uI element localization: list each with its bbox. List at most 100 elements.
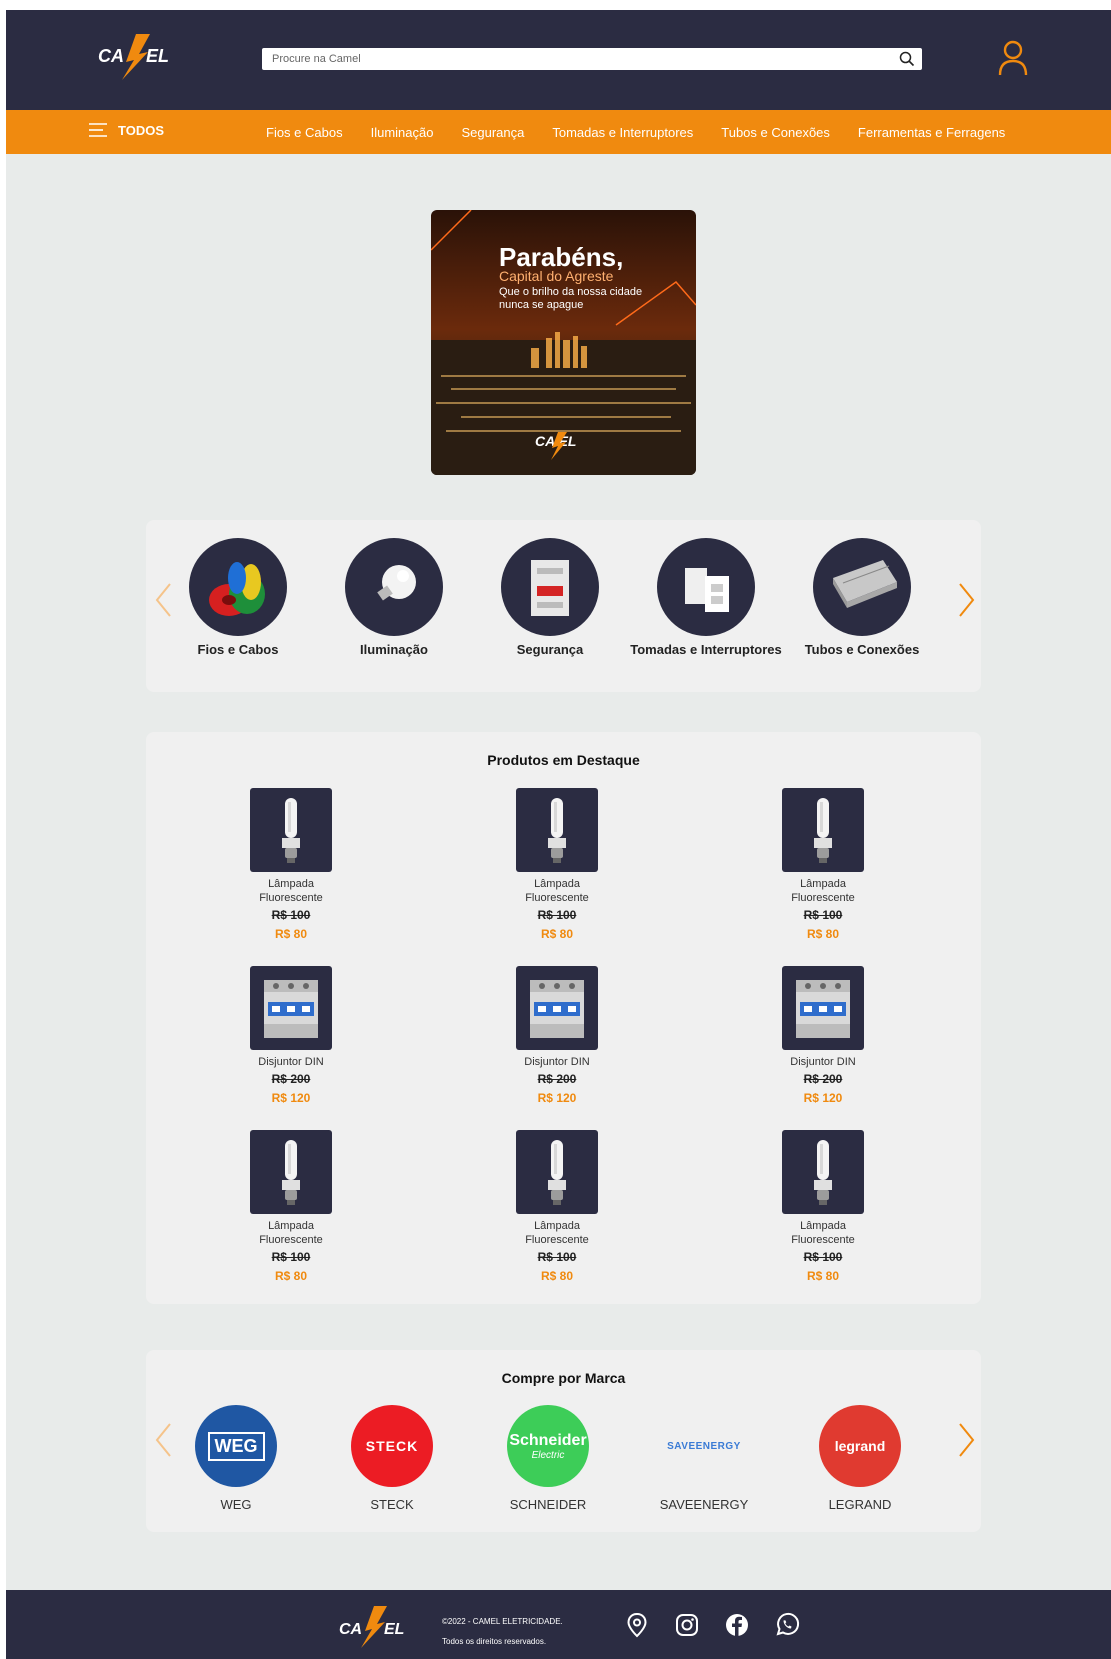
product-old-price: R$ 100 (537, 908, 577, 922)
brand-label: SCHNEIDER (509, 1497, 587, 1512)
top-header: CA EL (6, 10, 1111, 110)
product-name: Disjuntor DIN (790, 1056, 856, 1068)
product-card[interactable]: Lâmpada Fluorescente R$ 100 R$ 80 (758, 788, 888, 941)
brand-label: STECK (370, 1497, 414, 1512)
footer-copyright: ©2022 - CAMEL ELETRICIDADE. Todos os dir… (442, 1612, 563, 1652)
lamp-icon (250, 1130, 332, 1214)
hamburger-menu-icon (89, 123, 107, 137)
banner-text: Que o brilho da nossa cidade nunca se ap… (499, 286, 643, 311)
location-icon[interactable] (624, 1612, 650, 1638)
product-new-price: R$ 80 (274, 1269, 308, 1283)
saveenergy-logo: SAVEENERGY (663, 1405, 745, 1487)
carousel-next-icon[interactable] (958, 582, 976, 618)
rights-text: Todos os direitos reservados. (442, 1637, 547, 1646)
lamp-icon (250, 788, 332, 872)
nav-link-tubos[interactable]: Tubos e Conexões (721, 125, 830, 140)
legrand-logo: legrand (819, 1405, 901, 1487)
banner-subtitle: Capital do Agreste (499, 268, 614, 284)
category-fios-e-cabos[interactable]: Fios e Cabos (158, 538, 318, 658)
brand-schneider[interactable]: Schneider Electric SCHNEIDER (478, 1405, 618, 1512)
lamp-icon (516, 1130, 598, 1214)
product-name: Lâmpada Fluorescente (525, 1220, 589, 1246)
featured-title: Produtos em Destaque (487, 752, 640, 768)
product-new-price: R$ 80 (806, 1269, 840, 1283)
promo-banner[interactable]: CA EL Parabéns, Capital do Agreste Que o… (431, 210, 696, 475)
brand-legrand[interactable]: legrand LEGRAND (790, 1405, 930, 1512)
cables-icon (189, 538, 287, 636)
instagram-icon[interactable] (674, 1612, 700, 1638)
brands-next-icon[interactable] (958, 1422, 976, 1458)
product-new-price: R$ 120 (803, 1091, 843, 1105)
lamp-icon (516, 788, 598, 872)
category-label: Iluminação (360, 642, 428, 657)
brands-title: Compre por Marca (501, 1370, 626, 1386)
whatsapp-icon[interactable] (774, 1612, 800, 1638)
product-card[interactable]: Lâmpada Fluorescente R$ 100 R$ 80 (226, 788, 356, 941)
product-card[interactable]: Lâmpada Fluorescente R$ 100 R$ 80 (758, 1130, 888, 1283)
category-seguranca[interactable]: Segurança (470, 538, 630, 658)
user-account-icon[interactable] (998, 40, 1028, 76)
category-label: Segurança (516, 642, 584, 657)
product-card[interactable]: Lâmpada Fluorescente R$ 100 R$ 80 (492, 788, 622, 941)
brand-weg[interactable]: WEG WEG (166, 1405, 306, 1512)
category-tubos[interactable]: Tubos e Conexões (782, 538, 942, 658)
conduit-icon (813, 538, 911, 636)
svg-text:EL: EL (146, 46, 169, 66)
nav-link-tomadas[interactable]: Tomadas e Interruptores (552, 125, 693, 140)
category-nav: TODOS Fios e Cabos Iluminação Segurança … (6, 110, 1111, 154)
category-iluminacao[interactable]: Iluminação (314, 538, 474, 658)
category-label: Tomadas e Interruptores (630, 642, 782, 657)
brand-saveenergy[interactable]: SAVEENERGY SAVEENERGY (634, 1405, 774, 1512)
category-label: Tubos e Conexões (804, 642, 920, 657)
facebook-icon[interactable] (724, 1612, 750, 1638)
product-new-price: R$ 120 (537, 1091, 577, 1105)
brand-steck[interactable]: STECK STECK (322, 1405, 462, 1512)
product-name: Lâmpada Fluorescente (791, 1220, 855, 1246)
breaker-icon (501, 538, 599, 636)
breaker-icon (250, 966, 332, 1050)
product-name: Lâmpada Fluorescente (259, 878, 323, 904)
all-categories-menu[interactable]: TODOS (88, 122, 164, 138)
brand-label: LEGRAND (828, 1497, 892, 1512)
schneider-logo: Schneider Electric (507, 1405, 589, 1487)
product-old-price: R$ 200 (271, 1072, 311, 1086)
breaker-icon (516, 966, 598, 1050)
steck-logo: STECK (351, 1405, 433, 1487)
product-old-price: R$ 100 (803, 908, 843, 922)
category-tomadas[interactable]: Tomadas e Interruptores (626, 538, 786, 658)
svg-text:EL: EL (384, 1621, 404, 1638)
product-new-price: R$ 80 (274, 927, 308, 941)
product-name: Disjuntor DIN (524, 1056, 590, 1068)
product-new-price: R$ 80 (540, 1269, 574, 1283)
footer-camel-logo[interactable]: CA EL (338, 1604, 414, 1648)
nav-link-ferramentas[interactable]: Ferramentas e Ferragens (858, 125, 1005, 140)
product-card[interactable]: Lâmpada Fluorescente R$ 100 R$ 80 (492, 1130, 622, 1283)
camel-logo[interactable]: CA EL (96, 32, 178, 80)
lamp-icon (782, 1130, 864, 1214)
product-card[interactable]: Disjuntor DIN R$ 200 R$ 120 (492, 966, 622, 1105)
product-card[interactable]: Disjuntor DIN R$ 200 R$ 120 (758, 966, 888, 1105)
product-card[interactable]: Lâmpada Fluorescente R$ 100 R$ 80 (226, 1130, 356, 1283)
category-carousel: Fios e Cabos Iluminação Segurança Tomada… (146, 520, 981, 692)
featured-products: Produtos em Destaque Lâmpada Fluorescent… (146, 732, 981, 1304)
nav-link-seguranca[interactable]: Segurança (461, 125, 524, 140)
product-old-price: R$ 100 (271, 1250, 311, 1264)
product-card[interactable]: Disjuntor DIN R$ 200 R$ 120 (226, 966, 356, 1105)
product-old-price: R$ 200 (537, 1072, 577, 1086)
search-input[interactable] (262, 48, 862, 70)
bulb-icon (345, 538, 443, 636)
nav-link-iluminacao[interactable]: Iluminação (371, 125, 434, 140)
product-name: Disjuntor DIN (258, 1056, 324, 1068)
product-new-price: R$ 80 (540, 927, 574, 941)
product-old-price: R$ 200 (803, 1072, 843, 1086)
category-label: Fios e Cabos (197, 642, 279, 657)
nav-links: Fios e Cabos Iluminação Segurança Tomada… (266, 110, 1005, 154)
nav-link-fios-e-cabos[interactable]: Fios e Cabos (266, 125, 343, 140)
product-name: Lâmpada Fluorescente (525, 878, 589, 904)
product-old-price: R$ 100 (803, 1250, 843, 1264)
copyright-text: ©2022 - CAMEL ELETRICIDADE. (442, 1617, 563, 1626)
search-icon[interactable] (898, 50, 916, 68)
socket-icon (657, 538, 755, 636)
breaker-icon (782, 966, 864, 1050)
product-new-price: R$ 80 (806, 927, 840, 941)
